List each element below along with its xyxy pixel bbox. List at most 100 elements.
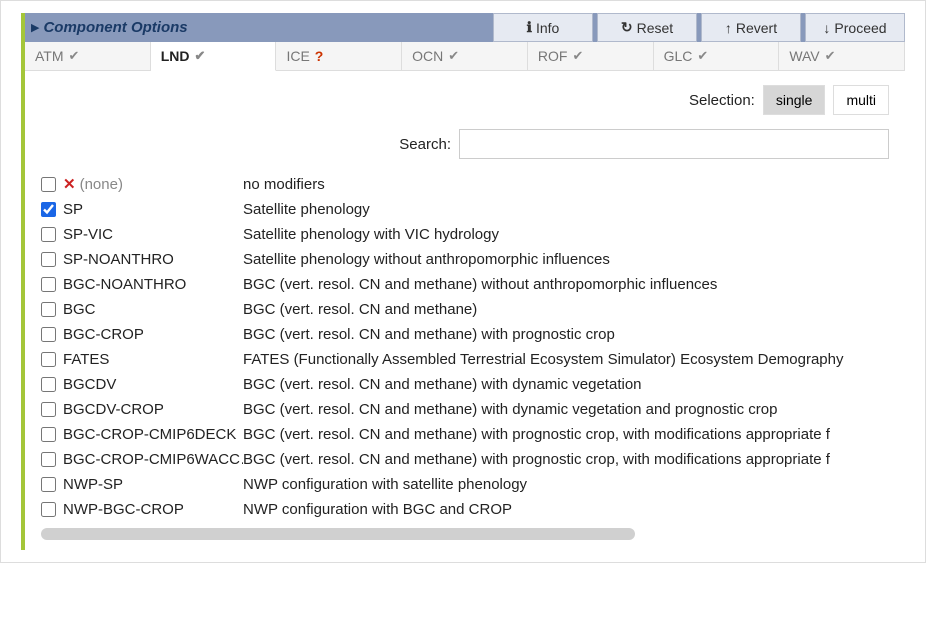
tab-glc[interactable]: GLC✔ — [654, 42, 780, 71]
proceed-button[interactable]: ↓ Proceed — [805, 13, 905, 42]
info-button[interactable]: ℹ Info — [493, 13, 593, 42]
tab-label: ICE — [286, 48, 309, 64]
header-bar: ▶ Component Options ℹ Info ↻ Reset ↑ Rev… — [25, 13, 905, 42]
tab-rof[interactable]: ROF✔ — [528, 42, 654, 71]
reset-icon: ↻ — [621, 19, 633, 36]
option-checkbox[interactable] — [41, 452, 56, 467]
option-description: BGC (vert. resol. CN and methane) with d… — [243, 376, 889, 393]
option-name: BGC-NOANTHRO — [63, 276, 243, 293]
component-options-panel: ▶ Component Options ℹ Info ↻ Reset ↑ Rev… — [21, 13, 905, 550]
option-name-text: BGC-CROP — [63, 326, 144, 343]
option-description: BGC (vert. resol. CN and methane) — [243, 301, 889, 318]
option-name-text: BGC-CROP-CMIP6DECK — [63, 426, 236, 443]
search-input[interactable] — [459, 129, 889, 159]
tab-wav[interactable]: WAV✔ — [779, 42, 905, 71]
option-checkbox[interactable] — [41, 502, 56, 517]
option-row: BGC-CROP-CMIP6WACC…BGC (vert. resol. CN … — [41, 447, 889, 472]
option-name: ✕(none) — [63, 175, 243, 193]
option-checkbox[interactable] — [41, 402, 56, 417]
option-description: BGC (vert. resol. CN and methane) withou… — [243, 276, 889, 293]
arrow-up-icon: ↑ — [725, 20, 732, 36]
option-description: BGC (vert. resol. CN and methane) with p… — [243, 451, 889, 468]
option-name: NWP-BGC-CROP — [63, 501, 243, 518]
panel-title[interactable]: ▶ Component Options — [25, 13, 489, 42]
option-row: SP-VICSatellite phenology with VIC hydro… — [41, 222, 889, 247]
reset-button[interactable]: ↻ Reset — [597, 13, 697, 42]
proceed-label: Proceed — [834, 20, 886, 36]
option-name: BGC-CROP — [63, 326, 243, 343]
checkbox-wrap — [41, 252, 63, 267]
option-name: FATES — [63, 351, 243, 368]
option-checkbox[interactable] — [41, 477, 56, 492]
option-checkbox[interactable] — [41, 427, 56, 442]
option-row: SPSatellite phenology — [41, 197, 889, 222]
info-label: Info — [536, 20, 559, 36]
option-checkbox[interactable] — [41, 277, 56, 292]
arrow-down-icon: ↓ — [823, 20, 830, 36]
option-description: BGC (vert. resol. CN and methane) with p… — [243, 426, 889, 443]
tab-label: OCN — [412, 48, 443, 64]
checkbox-wrap — [41, 227, 63, 242]
option-description: Satellite phenology without anthropomorp… — [243, 251, 889, 268]
revert-button[interactable]: ↑ Revert — [701, 13, 801, 42]
tabs-row: ATM✔LND✔ICE?OCN✔ROF✔GLC✔WAV✔ — [25, 42, 905, 71]
option-row: FATESFATES (Functionally Assembled Terre… — [41, 347, 889, 372]
option-checkbox[interactable] — [41, 327, 56, 342]
option-description: NWP configuration with satellite phenolo… — [243, 476, 889, 493]
option-row: ✕(none)no modifiers — [41, 171, 889, 197]
collapse-icon: ▶ — [31, 21, 39, 34]
options-list: ✕(none)no modifiersSPSatellite phenology… — [41, 171, 889, 522]
scrollbar-thumb[interactable] — [41, 528, 635, 540]
checkbox-wrap — [41, 377, 63, 392]
option-description: NWP configuration with BGC and CROP — [243, 501, 889, 518]
tab-lnd[interactable]: LND✔ — [151, 42, 277, 71]
search-label: Search: — [399, 136, 451, 153]
option-row: NWP-SPNWP configuration with satellite p… — [41, 472, 889, 497]
tab-atm[interactable]: ATM✔ — [25, 42, 151, 71]
selection-multi-button[interactable]: multi — [833, 85, 889, 115]
option-name-text: BGC-CROP-CMIP6WACC… — [63, 451, 243, 468]
option-row: NWP-BGC-CROPNWP configuration with BGC a… — [41, 497, 889, 522]
option-name: BGC-CROP-CMIP6WACC… — [63, 451, 243, 468]
tab-ocn[interactable]: OCN ✔ — [402, 42, 528, 71]
checkbox-wrap — [41, 427, 63, 442]
selection-row: Selection: single multi — [41, 85, 889, 115]
option-name: BGCDV — [63, 376, 243, 393]
option-name: SP-NOANTHRO — [63, 251, 243, 268]
tab-label: GLC — [664, 48, 693, 64]
option-checkbox[interactable] — [41, 202, 56, 217]
tab-body: Selection: single multi Search: ✕(none)n… — [25, 71, 905, 550]
horizontal-scrollbar[interactable] — [41, 528, 889, 540]
option-checkbox[interactable] — [41, 302, 56, 317]
selection-label: Selection: — [689, 92, 755, 109]
widget-container: ▶ Component Options ℹ Info ↻ Reset ↑ Rev… — [0, 0, 926, 563]
checkbox-wrap — [41, 477, 63, 492]
check-icon: ✔ — [572, 48, 583, 64]
tab-label: WAV — [789, 48, 819, 64]
option-name-text: BGC — [63, 301, 96, 318]
option-checkbox[interactable] — [41, 352, 56, 367]
checkbox-wrap — [41, 327, 63, 342]
checkbox-wrap — [41, 177, 63, 192]
option-checkbox[interactable] — [41, 377, 56, 392]
tab-label: ATM — [35, 48, 64, 64]
tab-ice[interactable]: ICE? — [276, 42, 402, 71]
check-icon: ✔ — [448, 48, 459, 64]
option-row: SP-NOANTHROSatellite phenology without a… — [41, 247, 889, 272]
option-row: BGCDVBGC (vert. resol. CN and methane) w… — [41, 372, 889, 397]
option-row: BGC-CROP-CMIP6DECK BGC (vert. resol. CN a… — [41, 422, 889, 447]
x-icon: ✕ — [63, 175, 76, 193]
check-icon: ✔ — [697, 48, 708, 64]
option-description: BGC (vert. resol. CN and methane) with d… — [243, 401, 889, 418]
checkbox-wrap — [41, 402, 63, 417]
checkbox-wrap — [41, 502, 63, 517]
option-name-text: BGCDV-CROP — [63, 401, 164, 418]
option-checkbox[interactable] — [41, 177, 56, 192]
option-description: FATES (Functionally Assembled Terrestria… — [243, 351, 889, 368]
selection-single-button[interactable]: single — [763, 85, 826, 115]
option-checkbox[interactable] — [41, 227, 56, 242]
tab-label: ROF — [538, 48, 568, 64]
option-row: BGC BGC (vert. resol. CN and methane) — [41, 297, 889, 322]
option-checkbox[interactable] — [41, 252, 56, 267]
panel-title-text: Component Options — [43, 19, 187, 36]
